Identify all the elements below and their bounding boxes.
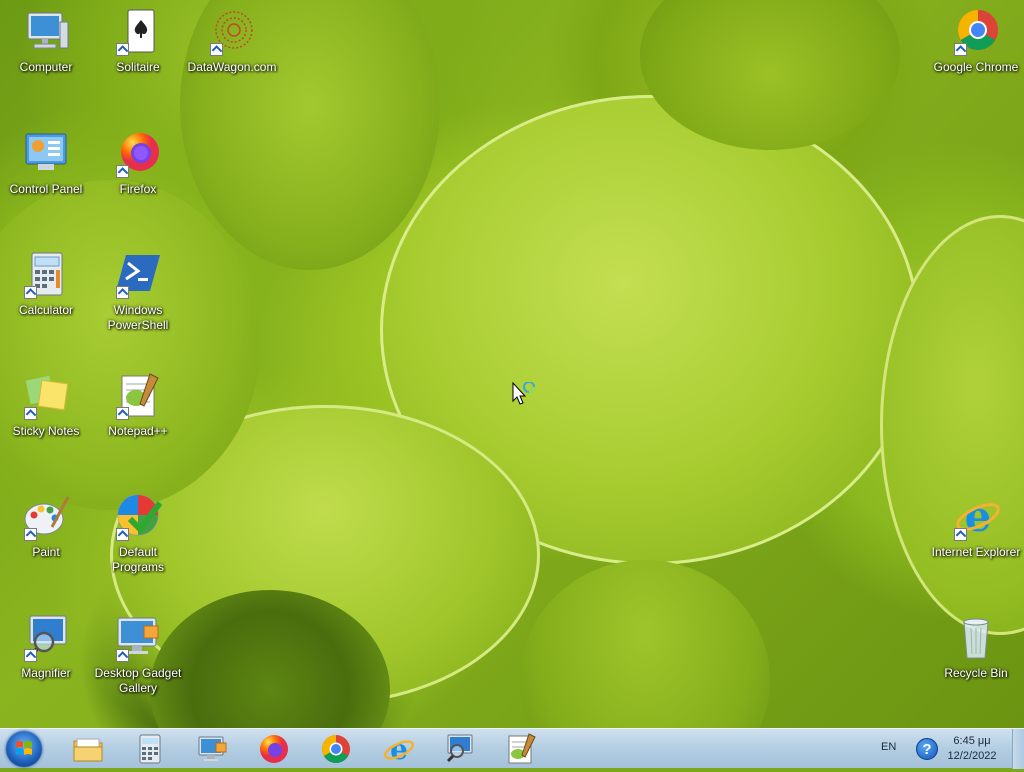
windows-logo-icon — [16, 741, 32, 755]
desktop-icon-paint[interactable]: Paint — [0, 493, 92, 560]
desktop-icon-windows-powershell[interactable]: Windows PowerShell — [92, 251, 184, 333]
help-icon[interactable]: ? — [916, 738, 938, 760]
taskbar-internet-explorer-button[interactable]: e — [383, 733, 415, 766]
internet-explorer-icon: e — [383, 733, 415, 766]
taskbar-notepad-plus-plus-button[interactable] — [505, 733, 537, 765]
desktop-icon-computer[interactable]: Computer — [0, 8, 92, 75]
taskbar-calculator-button[interactable] — [134, 733, 166, 765]
powershell-icon — [114, 251, 162, 299]
shortcut-arrow-icon — [116, 649, 129, 662]
desktop-icon-control-panel[interactable]: Control Panel — [0, 130, 92, 197]
shortcut-arrow-icon — [954, 43, 967, 56]
firefox-icon — [260, 735, 288, 763]
calculator-icon — [22, 251, 70, 299]
paint-icon — [22, 493, 70, 541]
calculator-icon — [139, 734, 161, 764]
desktop-icon-notepad-plus-plus[interactable]: Notepad++ — [92, 372, 184, 439]
taskbar-remote-desktop-button[interactable] — [196, 733, 228, 765]
shortcut-arrow-icon — [24, 286, 37, 299]
chrome-icon — [952, 8, 1000, 56]
desktop-icon-label: Desktop Gadget Gallery — [94, 666, 182, 695]
desktop-icon-label: Magnifier — [21, 666, 71, 680]
show-desktop-button[interactable] — [1012, 729, 1024, 769]
solitaire-icon — [114, 8, 162, 56]
desktop-icon-label: Recycle Bin — [944, 666, 1008, 680]
shortcut-arrow-icon — [116, 165, 129, 178]
taskbar-magnifier-button[interactable] — [443, 733, 475, 765]
gadget-gallery-icon — [114, 614, 162, 662]
desktop-icon-datawagon[interactable]: DataWagon.com — [186, 8, 278, 75]
desktop-icon-firefox[interactable]: Firefox — [92, 130, 184, 197]
mouse-cursor-busy-icon — [512, 381, 536, 406]
magnifier-icon — [22, 614, 70, 662]
desktop-icon-label: DataWagon.com — [187, 60, 277, 74]
shortcut-arrow-icon — [24, 649, 37, 662]
control-panel-icon — [22, 130, 70, 178]
start-button[interactable] — [6, 731, 42, 767]
desktop-icon-label: Sticky Notes — [12, 424, 80, 438]
desktop-icon-recycle-bin[interactable]: Recycle Bin — [930, 614, 1022, 681]
desktop-icon-solitaire[interactable]: Solitaire — [92, 8, 184, 75]
desktop-icon-magnifier[interactable]: Magnifier — [0, 614, 92, 681]
taskbar-clock[interactable]: 6:45 μμ 12/2/2022 — [940, 734, 1004, 764]
desktop-icon-sticky-notes[interactable]: Sticky Notes — [0, 372, 92, 439]
language-indicator[interactable]: EN — [881, 741, 896, 753]
desktop-icon-label: Windows PowerShell — [107, 303, 169, 332]
taskbar-chrome-button[interactable] — [320, 733, 352, 765]
magnifier-icon — [446, 734, 473, 763]
shortcut-arrow-icon — [116, 407, 129, 420]
taskbar-firefox-button[interactable] — [258, 733, 290, 765]
taskbar: e EN ? 6:45 μμ 12/2/2022 — [0, 728, 1024, 769]
desktop-icon-calculator[interactable]: Calculator — [0, 251, 92, 318]
clock-date: 12/2/2022 — [947, 750, 997, 762]
desktop-icon-label: Solitaire — [116, 60, 160, 74]
notepad-plus-plus-icon — [508, 733, 536, 764]
desktop-icon-label: Calculator — [18, 303, 74, 317]
desktop-icon-desktop-gadget-gallery[interactable]: Desktop Gadget Gallery — [92, 614, 184, 696]
shortcut-arrow-icon — [210, 43, 223, 56]
firefox-icon — [114, 130, 162, 178]
shortcut-arrow-icon — [954, 528, 967, 541]
shortcut-arrow-icon — [116, 528, 129, 541]
desktop-icon-label: Notepad++ — [108, 424, 168, 438]
datawagon-icon — [208, 8, 256, 56]
desktop-icon-label: Control Panel — [9, 182, 83, 196]
recycle-bin-icon — [952, 614, 1000, 662]
desktop-icon-internet-explorer[interactable]: e Internet Explorer — [930, 492, 1022, 560]
taskbar-file-explorer-button[interactable] — [72, 733, 104, 765]
computer-icon — [22, 8, 70, 56]
svg-text:e: e — [965, 493, 992, 541]
notepad-plus-plus-icon — [114, 372, 162, 420]
remote-desktop-icon — [198, 736, 227, 761]
desktop-icon-label: Firefox — [119, 182, 157, 196]
shortcut-arrow-icon — [116, 286, 129, 299]
file-explorer-icon — [73, 738, 103, 762]
desktop-icon-label: Default Programs — [111, 545, 164, 574]
svg-text:e: e — [390, 733, 408, 765]
desktop-icon-google-chrome[interactable]: Google Chrome — [930, 8, 1022, 75]
desktop-icon-label: Computer — [19, 60, 73, 74]
desktop-icon-label: Google Chrome — [933, 60, 1019, 74]
default-programs-icon — [114, 493, 163, 541]
internet-explorer-icon: e — [952, 492, 1000, 541]
clock-time: 6:45 μμ — [953, 735, 991, 747]
shortcut-arrow-icon — [24, 407, 37, 420]
desktop-icon-label: Paint — [32, 545, 60, 559]
sticky-notes-icon — [22, 372, 70, 420]
shortcut-arrow-icon — [116, 43, 129, 56]
desktop-icon-default-programs[interactable]: Default Programs — [92, 493, 184, 575]
desktop-icon-label: Internet Explorer — [931, 545, 1021, 559]
chrome-icon — [322, 735, 350, 763]
wallpaper-leaf — [520, 560, 770, 728]
shortcut-arrow-icon — [24, 528, 37, 541]
